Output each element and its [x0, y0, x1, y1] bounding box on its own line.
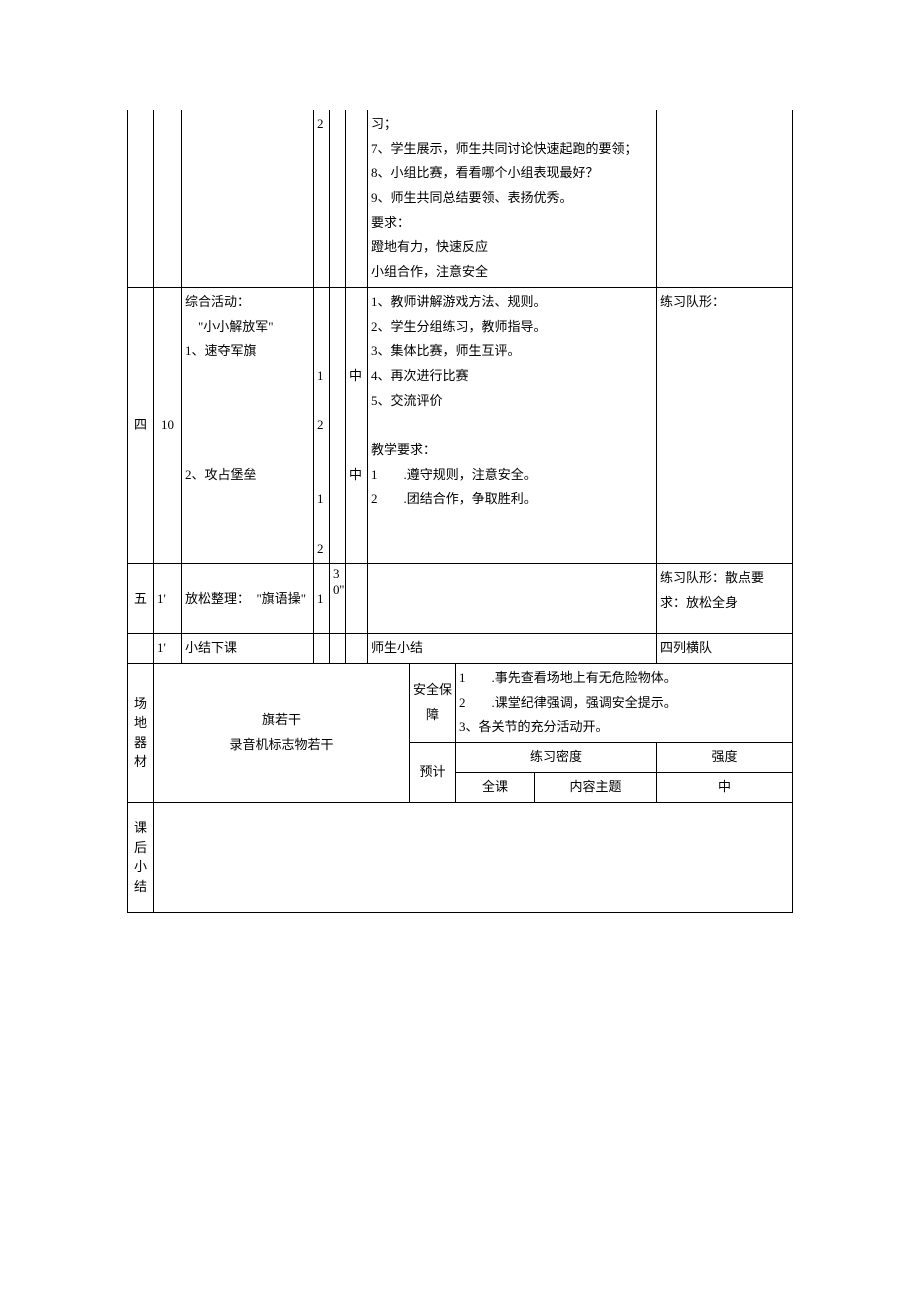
- r2-c3-l0: 综合活动：: [185, 294, 250, 309]
- whole-class-header: 全课: [456, 772, 535, 802]
- r3-c2: 1': [154, 564, 182, 634]
- r4-c1: [128, 634, 154, 664]
- r3-c8: 练习队形：散点要求：放松全身: [657, 564, 793, 634]
- r3-c1: 五: [128, 564, 154, 634]
- r1-c2: [154, 110, 182, 287]
- r1-c7: 习； 7、学生展示，师生共同讨论快速起跑的要领； 8、小组比赛，看看哪个小组表现…: [368, 110, 657, 287]
- r2c4-3: 1: [317, 368, 324, 383]
- r2-c8: 练习队形：: [657, 287, 793, 564]
- r1-c3: [182, 110, 314, 287]
- safety-l1: 2 .课堂纪律强调，强调安全提示。: [459, 695, 677, 710]
- r1-c7-l5: 要求：: [371, 215, 410, 230]
- r4-c5: [330, 634, 346, 664]
- r4-c4: [314, 634, 330, 664]
- density-header: 练习密度: [456, 743, 657, 773]
- r1-c1: [128, 110, 154, 287]
- r2c4-5: 2: [317, 417, 324, 432]
- r2-c3-l7: 2、攻占堡垒: [185, 467, 257, 482]
- r1-c5: [330, 110, 346, 287]
- r1-c7-l4: 9、师生共同总结要领、表扬优秀。: [371, 190, 573, 205]
- r1-c4: 2: [314, 110, 330, 287]
- equipment-label: 场地器材: [128, 664, 154, 802]
- r4-c8: 四列横队: [657, 634, 793, 664]
- forecast-label: 预计: [410, 743, 456, 802]
- r3-c7: [368, 564, 657, 634]
- intensity-value: 中: [657, 772, 793, 802]
- r2c6-3: 中: [349, 368, 362, 383]
- r2-c7: 1、教师讲解游戏方法、规则。 2、学生分组练习，教师指导。 3、集体比赛，师生互…: [368, 287, 657, 564]
- post-class-summary-content: [154, 802, 793, 912]
- r3-c3: 放松整理： "旗语操": [182, 564, 314, 634]
- safety-label: 安全保障: [410, 664, 456, 743]
- r4-c6: [346, 634, 368, 664]
- safety-content: 1 .事先查看场地上有无危险物体。 2 .课堂纪律强调，强调安全提示。 3、各关…: [456, 664, 793, 743]
- r1-c7-l3: 8、小组比赛，看看哪个小组表现最好？: [371, 165, 599, 180]
- r1-c7-l6: 蹬地有力，快速反应: [371, 239, 488, 254]
- content-subject-header: 内容主题: [535, 772, 657, 802]
- r2-c3: 综合活动： "小小解放军" 1、速夺军旗 2、攻占堡垒: [182, 287, 314, 564]
- r1-c7-l7: 小组合作，注意安全: [371, 264, 488, 279]
- intensity-header: 强度: [657, 743, 793, 773]
- r4-c2: 1': [154, 634, 182, 664]
- post-class-summary-label: 课后小结: [128, 802, 154, 912]
- r2c6-7: 中: [349, 467, 362, 482]
- r2c7-4: 5、交流评价: [371, 393, 443, 408]
- r1-c7-l2: 7、学生展示，师生共同讨论快速起跑的要领；: [371, 141, 638, 156]
- r2-c6: 中 中: [346, 287, 368, 564]
- r2-c4: 1 2 1 2: [314, 287, 330, 564]
- r2c4-10: 2: [317, 541, 324, 556]
- r2-c3-l1: "小小解放军": [185, 319, 274, 334]
- r2c7-8: 2 .团结合作，争取胜利。: [371, 491, 537, 506]
- equipment-content: 旗若干 录音机标志物若干: [154, 664, 410, 802]
- r2c4-8: 1: [317, 491, 324, 506]
- r1-c8: [657, 110, 793, 287]
- r2-c2: 10: [154, 287, 182, 564]
- r2c7-6: 教学要求：: [371, 442, 436, 457]
- safety-l0: 1 .事先查看场地上有无危险物体。: [459, 670, 677, 685]
- r4-c7: 师生小结: [368, 634, 657, 664]
- r3-c5: 30'': [330, 564, 346, 634]
- r1-c6: [346, 110, 368, 287]
- r4-c3: 小结下课: [182, 634, 314, 664]
- r3-c6: [346, 564, 368, 634]
- r2c7-3: 4、再次进行比赛: [371, 368, 469, 383]
- r2c7-1: 2、学生分组练习，教师指导。: [371, 319, 547, 334]
- r2c7-2: 3、集体比赛，师生互评。: [371, 343, 521, 358]
- r2c7-7: 1 .遵守规则，注意安全。: [371, 467, 537, 482]
- r3-c4: 1: [314, 564, 330, 634]
- r1-c7-l1: 习；: [371, 116, 397, 131]
- r2-c3-l2: 1、速夺军旗: [185, 343, 257, 358]
- safety-l2: 3、各关节的充分活动开。: [459, 719, 609, 734]
- r2-c1: 四: [128, 287, 154, 564]
- r2-c5: [330, 287, 346, 564]
- r2c7-0: 1、教师讲解游戏方法、规则。: [371, 294, 547, 309]
